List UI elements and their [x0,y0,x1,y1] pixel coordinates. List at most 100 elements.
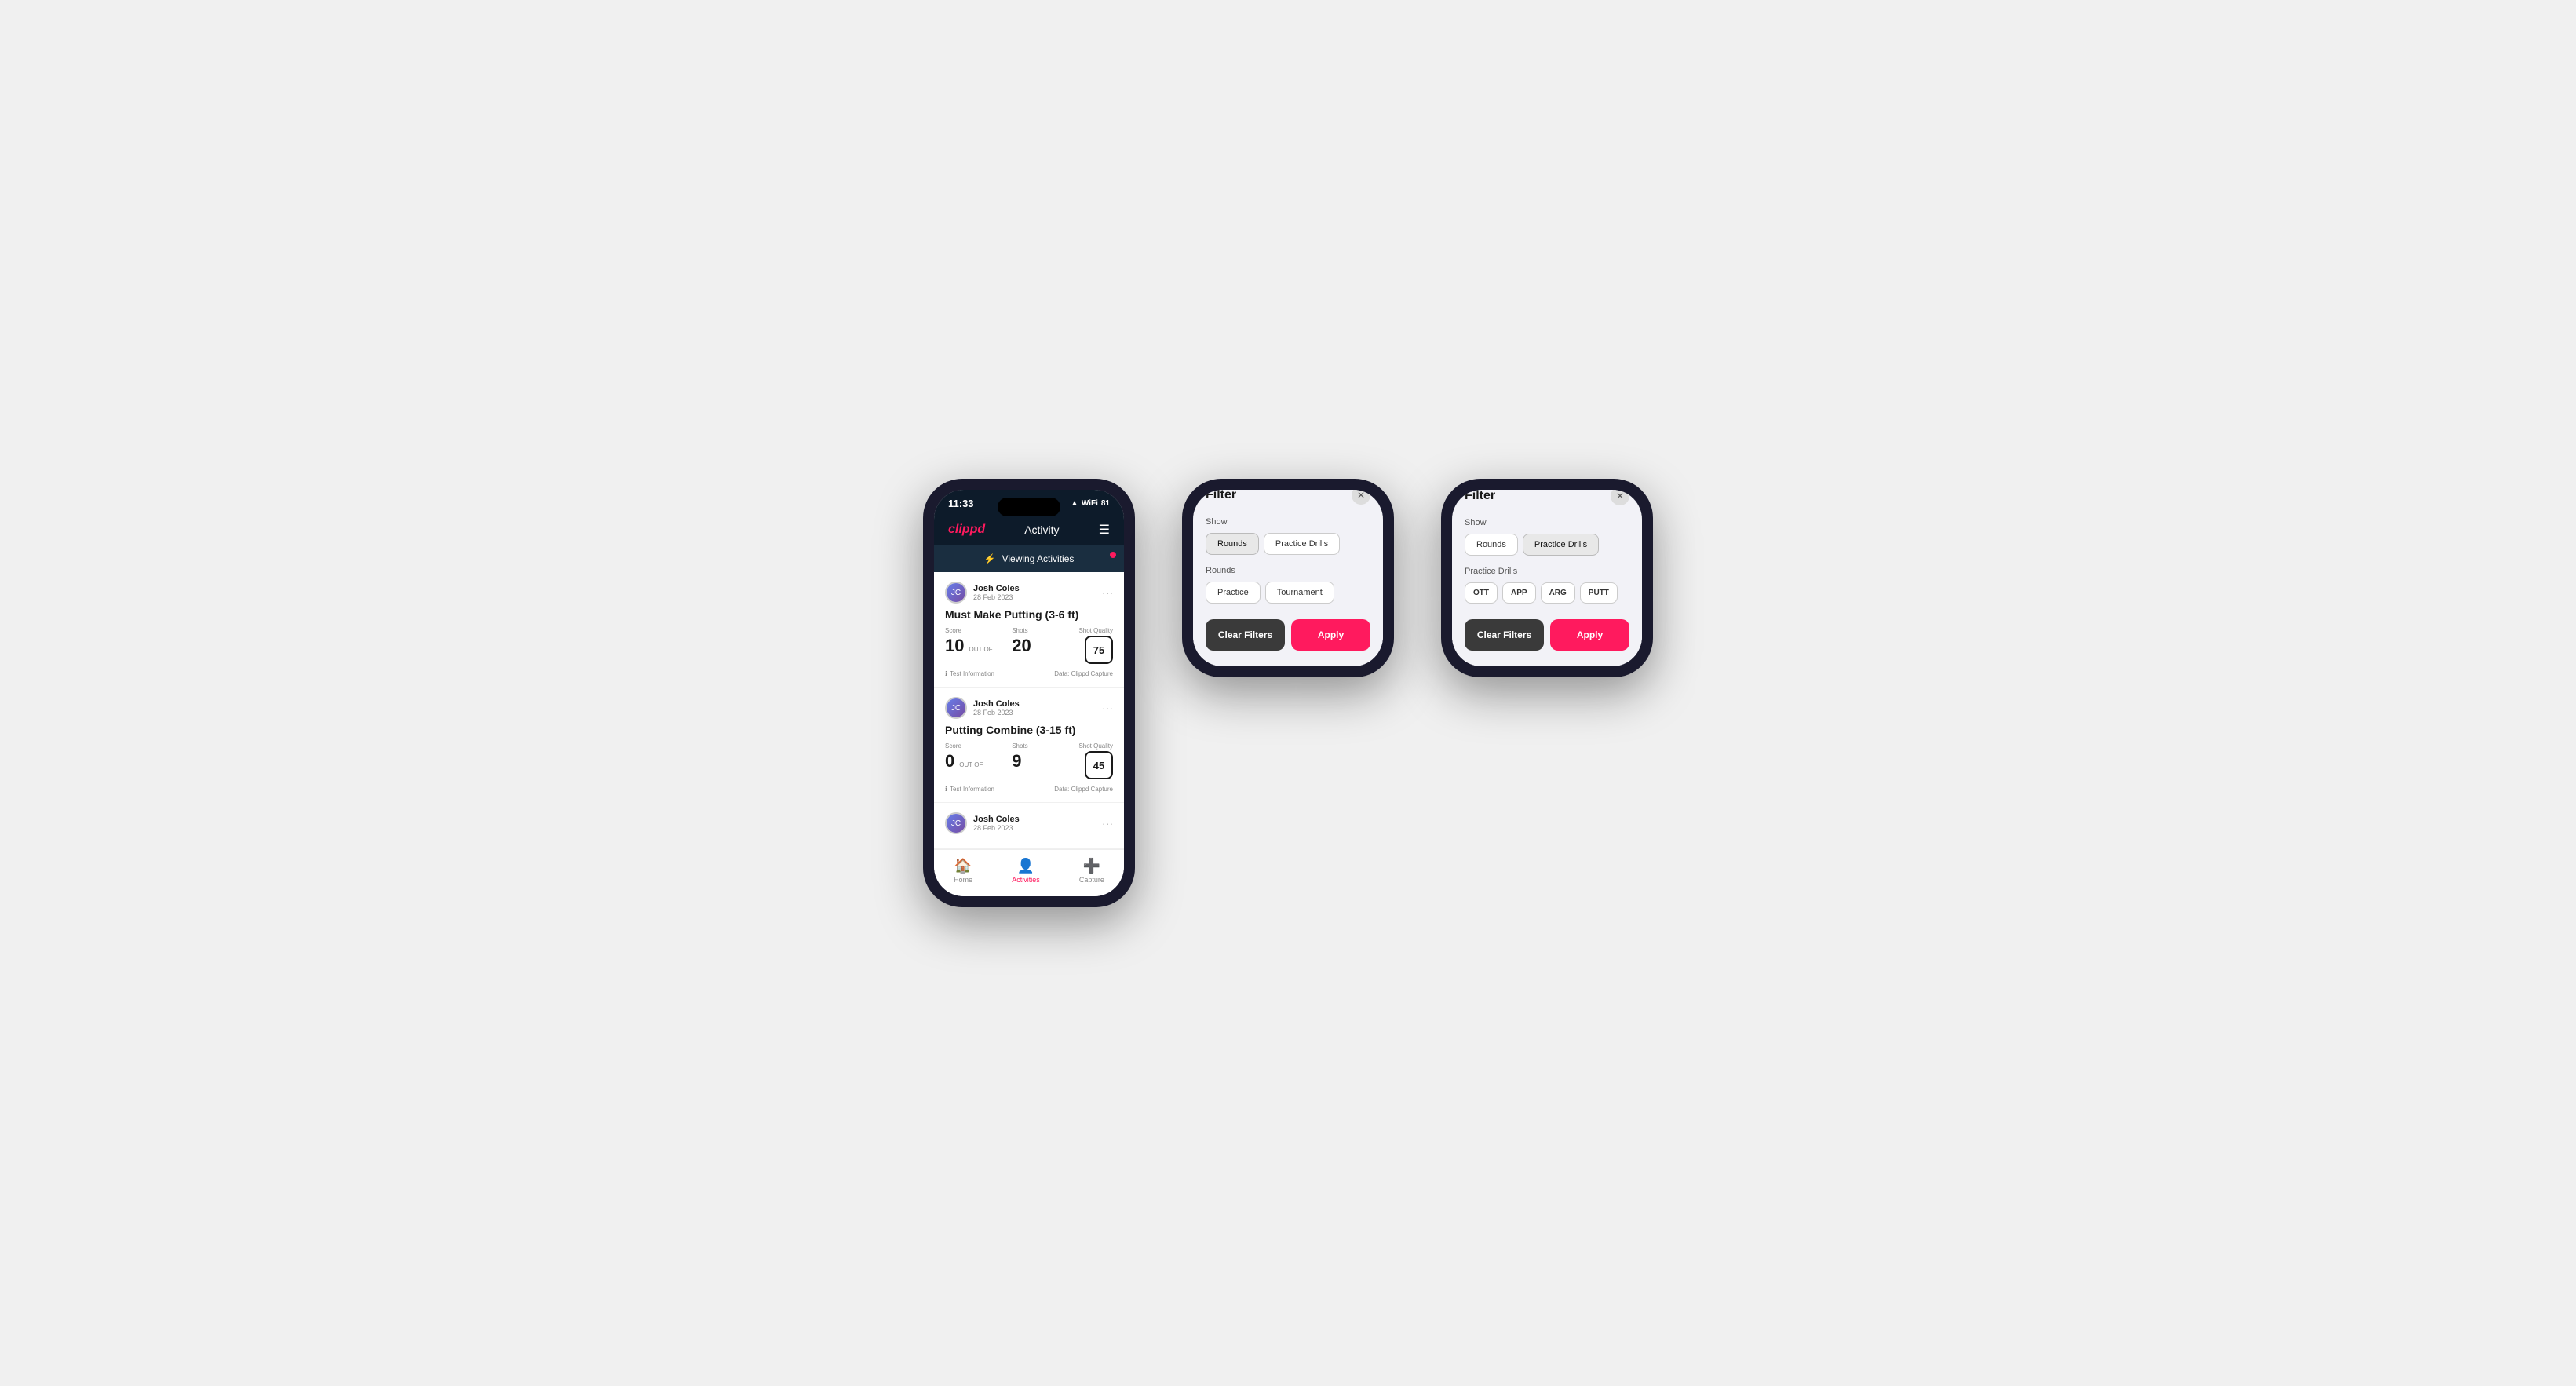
phone-2: 11:33 ▲ WiFi 81 clippd Activity ☰ ⚡ View… [1182,479,1394,677]
quality-label-2: Shot Quality [1078,742,1113,750]
score-label-2: Score [945,742,1012,750]
shots-label-1: Shots [1012,627,1078,634]
data-source-1: Data: Clippd Capture [1054,670,1113,677]
drills-label-3: Practice Drills [1465,567,1629,576]
show-buttons-2: Rounds Practice Drills [1206,533,1370,555]
capture-icon-1: ➕ [1083,858,1100,874]
info-icon-2: ℹ [945,786,947,793]
activity-card-3: JC Josh Coles 28 Feb 2023 ··· [934,803,1124,849]
arg-btn-3[interactable]: ARG [1541,582,1575,604]
more-dots-1[interactable]: ··· [1102,586,1113,599]
stats-row-1: Score 10 OUT OF Shots 20 Shot Quality [945,627,1113,664]
nav-title-1: Activity [1024,523,1059,536]
more-dots-2[interactable]: ··· [1102,702,1113,714]
show-label-2: Show [1206,517,1370,527]
avatar-2: JC [945,697,967,719]
apply-btn-2[interactable]: Apply [1291,619,1370,651]
apply-btn-3[interactable]: Apply [1550,619,1629,651]
user-name-2: Josh Coles [973,699,1020,709]
menu-icon-1[interactable]: ☰ [1099,522,1110,538]
card-footer-2: ℹ Test Information Data: Clippd Capture [945,786,1113,793]
filter-title-3: Filter [1465,490,1495,503]
sheet-footer-3: Clear Filters Apply [1465,619,1629,651]
footer-info-2: Test Information [950,786,994,793]
filter-title-2: Filter [1206,490,1236,502]
tournament-btn-2[interactable]: Tournament [1265,582,1334,604]
user-date-3: 28 Feb 2023 [973,824,1020,832]
filter-rounds-section-2: Rounds Practice Tournament [1206,566,1370,604]
user-date-2: 28 Feb 2023 [973,709,1020,717]
user-info-3: JC Josh Coles 28 Feb 2023 [945,812,1020,834]
bottom-nav-1: 🏠 Home 👤 Activities ➕ Capture [934,849,1124,896]
putt-btn-3[interactable]: PUTT [1580,582,1618,604]
user-name-3: Josh Coles [973,815,1020,824]
signal-icon-1: ▲ [1071,499,1078,508]
sheet-header-2: Filter ✕ [1206,490,1370,505]
rounds-btn-2[interactable]: Rounds [1206,533,1259,555]
info-icon-1: ℹ [945,670,947,677]
nav-activities-1[interactable]: 👤 Activities [1012,858,1040,884]
user-info-1: JC Josh Coles 28 Feb 2023 [945,582,1020,604]
out-of-1: OUT OF [969,646,992,653]
activity-title-2: Putting Combine (3-15 ft) [945,724,1113,736]
viewing-label-1: Viewing Activities [1002,553,1075,564]
nav-home-1[interactable]: 🏠 Home [954,858,972,884]
show-buttons-3: Rounds Practice Drills [1465,534,1629,556]
avatar-1: JC [945,582,967,604]
filter-show-section-3: Show Rounds Practice Drills [1465,518,1629,556]
user-name-1: Josh Coles [973,584,1020,593]
filter-show-section-2: Show Rounds Practice Drills [1206,517,1370,555]
capture-label-1: Capture [1079,876,1104,884]
activities-label-1: Activities [1012,876,1040,884]
activity-card-2: JC Josh Coles 28 Feb 2023 ··· Putting Co… [934,688,1124,803]
shots-label-2: Shots [1012,742,1078,750]
clear-filters-btn-2[interactable]: Clear Filters [1206,619,1285,651]
shot-quality-2: 45 [1085,751,1113,779]
rounds-buttons-2: Practice Tournament [1206,582,1370,604]
practice-drills-btn-2[interactable]: Practice Drills [1264,533,1340,555]
footer-info-1: Test Information [950,670,994,677]
viewing-bar-1[interactable]: ⚡ Viewing Activities [934,545,1124,572]
out-of-2: OUT OF [959,761,983,768]
shots-value-2: 9 [1012,751,1078,771]
filter-close-3[interactable]: ✕ [1611,490,1629,505]
phone-1: 11:33 ▲ WiFi 81 clippd Activity ☰ ⚡ View… [923,479,1135,907]
filter-close-2[interactable]: ✕ [1352,490,1370,505]
activities-icon-1: 👤 [1017,858,1034,874]
ott-btn-3[interactable]: OTT [1465,582,1498,604]
activity-title-1: Must Make Putting (3-6 ft) [945,608,1113,621]
avatar-3: JC [945,812,967,834]
top-nav-1: clippd Activity ☰ [934,514,1124,545]
user-date-1: 28 Feb 2023 [973,593,1020,601]
home-icon-1: 🏠 [954,858,972,874]
card-footer-1: ℹ Test Information Data: Clippd Capture [945,670,1113,677]
clear-filters-btn-3[interactable]: Clear Filters [1465,619,1544,651]
home-label-1: Home [954,876,972,884]
shot-quality-1: 75 [1085,636,1113,664]
nav-capture-1[interactable]: ➕ Capture [1079,858,1104,884]
sheet-header-3: Filter ✕ [1465,490,1629,505]
rounds-btn-3[interactable]: Rounds [1465,534,1518,556]
filter-sheet-2: Filter ✕ Show Rounds Practice Drills Rou… [1193,490,1383,666]
stats-row-2: Score 0 OUT OF Shots 9 Shot Quality [945,742,1113,779]
filter-sheet-3: Filter ✕ Show Rounds Practice Drills Pra… [1452,490,1642,666]
app-btn-3[interactable]: APP [1502,582,1536,604]
activity-list: JC Josh Coles 28 Feb 2023 ··· Must Make … [934,572,1124,849]
shots-value-1: 20 [1012,636,1078,656]
more-dots-3[interactable]: ··· [1102,817,1113,830]
wifi-icon-1: WiFi [1082,499,1098,508]
activity-card-1: JC Josh Coles 28 Feb 2023 ··· Must Make … [934,572,1124,688]
practice-drills-btn-3[interactable]: Practice Drills [1523,534,1599,556]
show-label-3: Show [1465,518,1629,527]
data-source-2: Data: Clippd Capture [1054,786,1113,793]
status-time-1: 11:33 [948,498,974,509]
rounds-label-2: Rounds [1206,566,1370,575]
scene: 11:33 ▲ WiFi 81 clippd Activity ☰ ⚡ View… [876,432,1700,954]
battery-icon-1: 81 [1101,499,1110,508]
filter-icon-1: ⚡ [984,553,996,564]
practice-round-btn-2[interactable]: Practice [1206,582,1261,604]
score-label-1: Score [945,627,1012,634]
dynamic-island-1 [998,498,1060,516]
filter-drills-section-3: Practice Drills OTT APP ARG PUTT [1465,567,1629,604]
quality-label-1: Shot Quality [1078,627,1113,634]
